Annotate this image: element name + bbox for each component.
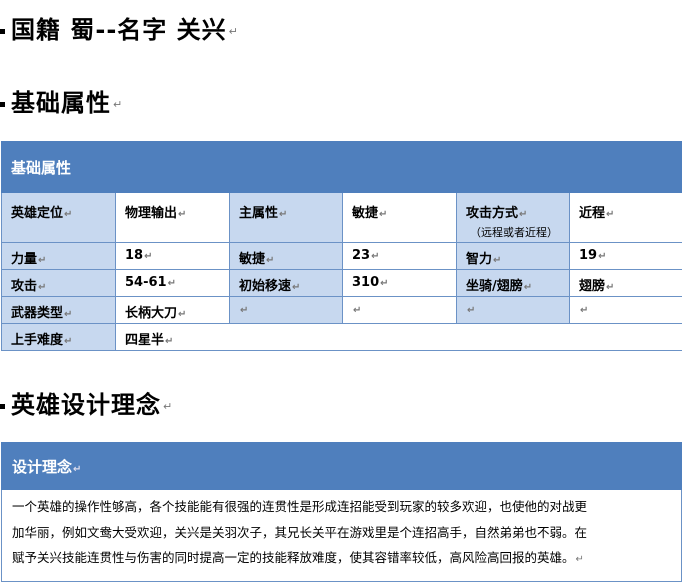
bullet-icon <box>0 102 5 107</box>
paragraph-mark-icon: ↵ <box>113 98 123 111</box>
cell-main-attr-label: 主属性↵ <box>230 193 343 243</box>
cell-empty: ↵ <box>343 297 457 324</box>
table-row: 上手难度↵ 四星半↵ <box>2 324 682 351</box>
cell-attack-label: 攻击↵ <box>2 270 116 297</box>
bullet-icon <box>0 29 5 34</box>
design-table-header: 设计理念↵ <box>1 442 682 490</box>
cell-weapon-value: 长柄大刀↵ <box>116 297 230 324</box>
cell-agility-label: 敏捷↵ <box>230 243 343 270</box>
cell-strength-label: 力量↵ <box>2 243 116 270</box>
heading-nation-text: 国籍 蜀--名字 关兴 <box>11 10 227 45</box>
design-line: 加华丽，例如文鸯大受欢迎，关兴是关羽次子，其兄长关平在游戏里是个连招高手，自然弟… <box>12 520 675 546</box>
table-row: 攻击↵ 54-61↵ 初始移速↵ 310↵ 坐骑/翅膀↵ 翅膀↵ <box>2 270 682 297</box>
cell-intelligence-label: 智力↵ <box>457 243 570 270</box>
cell-intelligence-value: 19↵ <box>570 243 682 270</box>
cell-empty: ↵ <box>230 297 343 324</box>
design-line: 赋予关兴技能连贯性与伤害的同时提高一定的技能释放难度，使其容错率较低，高风险高回… <box>12 545 675 573</box>
design-line: 一个英雄的操作性够高，各个技能能有很强的连贯性是形成连招能受到玩家的较多欢迎，也… <box>12 494 675 520</box>
table-row: 武器类型↵ 长柄大刀↵ ↵ ↵ ↵ ↵ <box>2 297 682 324</box>
heading-nation: 国籍 蜀--名字 关兴 ↵ <box>0 10 239 45</box>
heading-basic-attributes: 基础属性 ↵ <box>0 83 123 118</box>
cell-mount-value: 翅膀↵ <box>570 270 682 297</box>
cell-attack-mode-note: （远程或者近程） <box>466 224 569 240</box>
cell-difficulty-value: 四星半↵ <box>116 324 682 351</box>
cell-move-speed-value: 310↵ <box>343 270 457 297</box>
design-table: 设计理念↵ 一个英雄的操作性够高，各个技能能有很强的连贯性是形成连招能受到玩家的… <box>1 442 682 582</box>
heading-design-concept: 英雄设计理念 ↵ <box>0 385 173 420</box>
cell-strength-value: 18↵ <box>116 243 230 270</box>
table-row: 力量↵ 18↵ 敏捷↵ 23↵ 智力↵ 19↵ <box>2 243 682 270</box>
cell-move-speed-label: 初始移速↵ <box>230 270 343 297</box>
attribute-table-header: 基础属性 <box>2 142 682 193</box>
cell-role-value: 物理输出↵ <box>116 193 230 243</box>
cell-mount-label: 坐骑/翅膀↵ <box>457 270 570 297</box>
bullet-icon <box>0 404 5 409</box>
table-row: 英雄定位↵ 物理输出↵ 主属性↵ 敏捷↵ 攻击方式↵（远程或者近程） 近程↵ <box>2 193 682 243</box>
cell-role-label: 英雄定位↵ <box>2 193 116 243</box>
cell-attack-value: 54-61↵ <box>116 270 230 297</box>
cell-difficulty-label: 上手难度↵ <box>2 324 116 351</box>
attribute-table-title: 基础属性 <box>2 142 682 193</box>
heading-design-text: 英雄设计理念 <box>11 385 161 420</box>
paragraph-mark-icon: ↵ <box>229 25 239 38</box>
paragraph-mark-icon: ↵ <box>163 400 173 413</box>
cell-main-attr-value: 敏捷↵ <box>343 193 457 243</box>
heading-basic-text: 基础属性 <box>11 83 111 118</box>
cell-empty: ↵ <box>457 297 570 324</box>
design-description: 一个英雄的操作性够高，各个技能能有很强的连贯性是形成连招能受到玩家的较多欢迎，也… <box>1 490 682 582</box>
attribute-table: 基础属性 英雄定位↵ 物理输出↵ 主属性↵ 敏捷↵ 攻击方式↵（远程或者近程） … <box>1 141 682 351</box>
cell-empty: ↵ <box>570 297 682 324</box>
cell-attack-mode-value: 近程↵ <box>570 193 682 243</box>
cell-agility-value: 23↵ <box>343 243 457 270</box>
design-table-title: 设计理念 <box>12 458 72 476</box>
cell-attack-mode-label: 攻击方式↵（远程或者近程） <box>457 193 570 243</box>
cell-weapon-label: 武器类型↵ <box>2 297 116 324</box>
